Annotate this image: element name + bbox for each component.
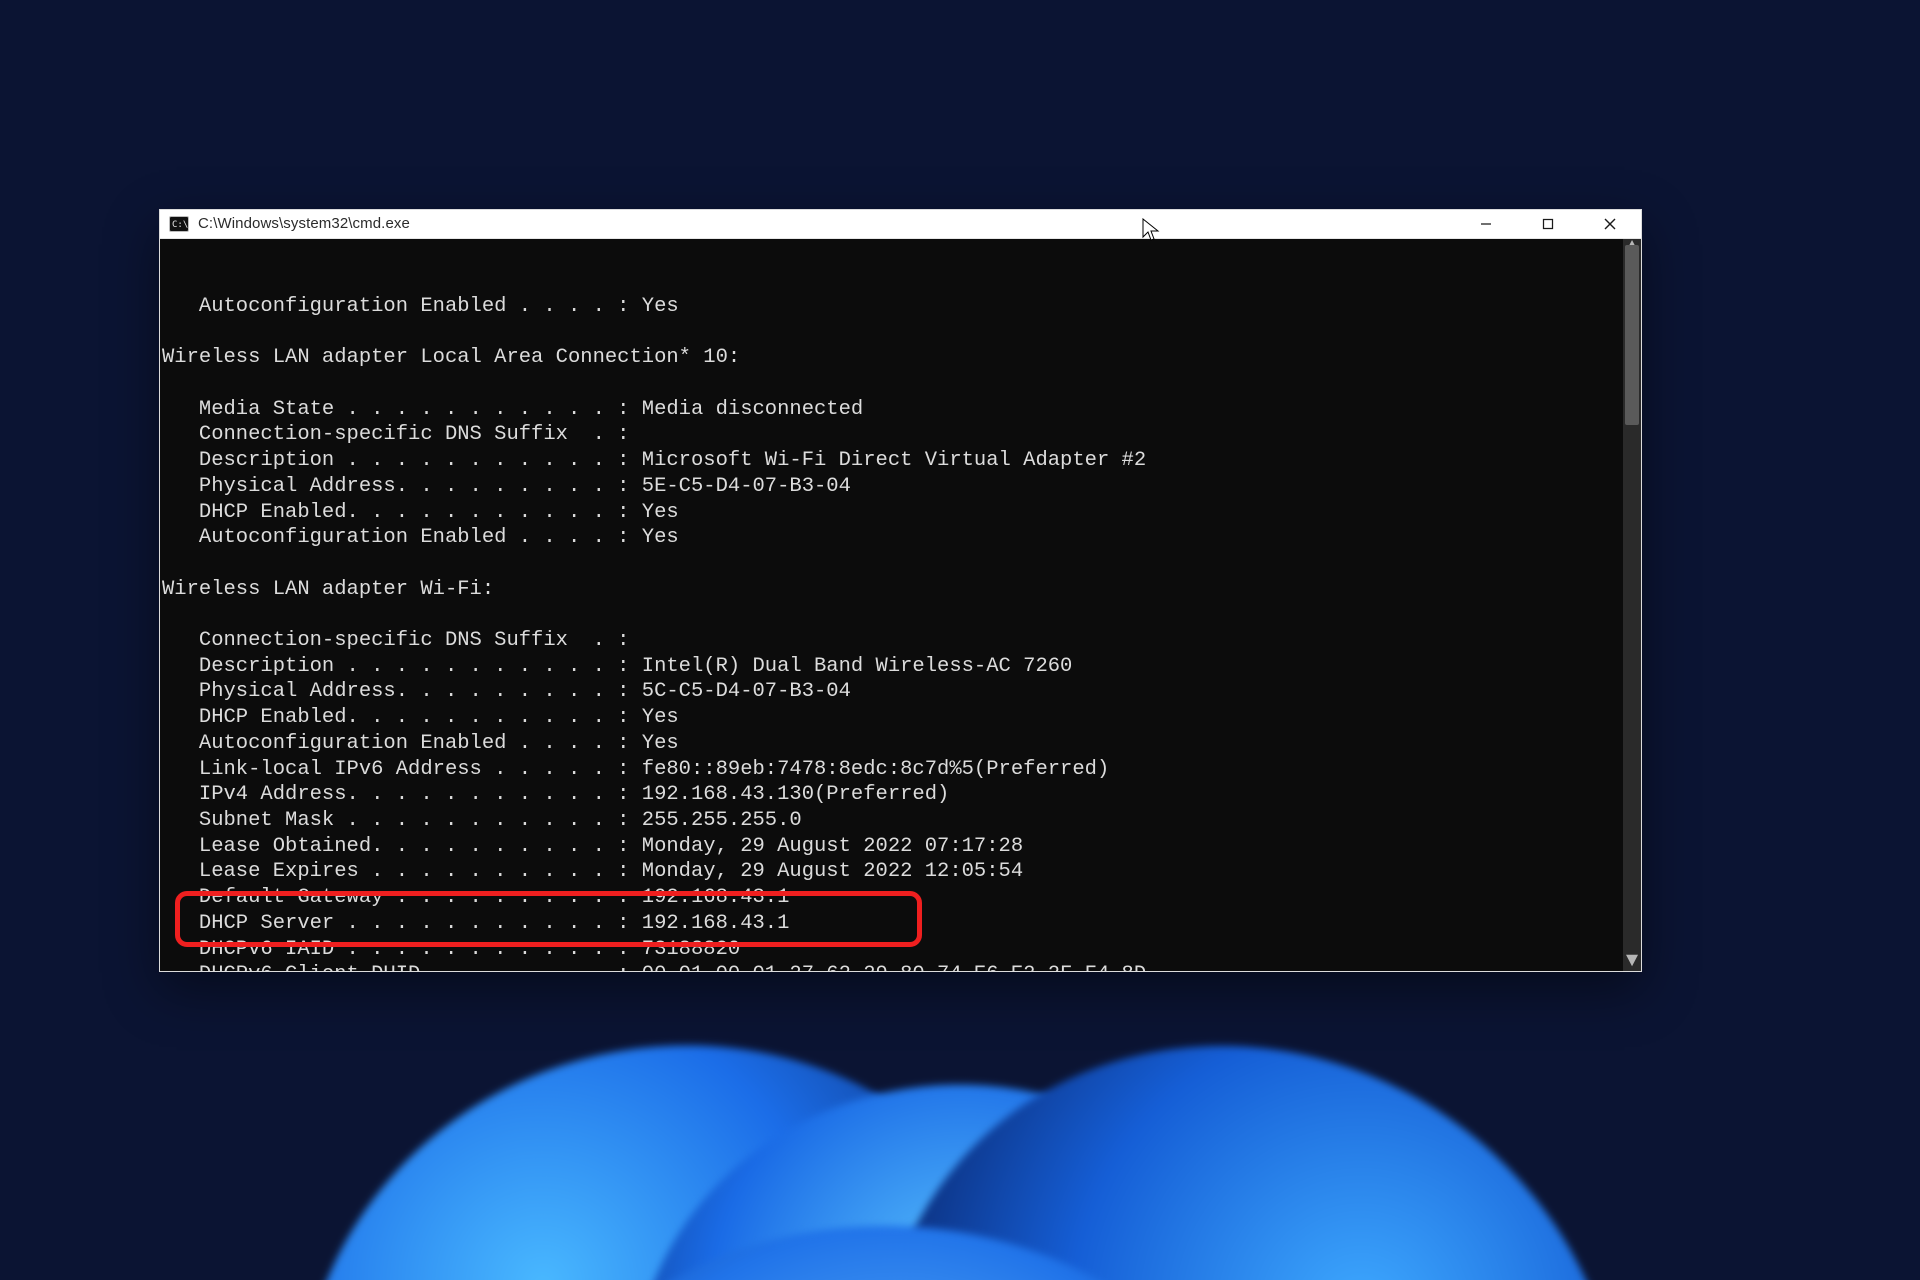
console-output[interactable]: Autoconfiguration Enabled . . . . : Yes … — [160, 239, 1641, 971]
console-line: DHCPv6 IAID . . . . . . . . . . . : 7318… — [162, 937, 1641, 963]
console-line: Autoconfiguration Enabled . . . . : Yes — [162, 525, 1641, 551]
console-line: IPv4 Address. . . . . . . . . . . : 192.… — [162, 782, 1641, 808]
console-line: DHCP Server . . . . . . . . . . . : 192.… — [162, 911, 1641, 937]
console-line: Autoconfiguration Enabled . . . . : Yes — [162, 294, 1641, 320]
console-line: Media State . . . . . . . . . . . : Medi… — [162, 397, 1641, 423]
console-line: Connection-specific DNS Suffix . : — [162, 628, 1641, 654]
console-line — [162, 371, 1641, 397]
console-line: Autoconfiguration Enabled . . . . : Yes — [162, 731, 1641, 757]
close-button[interactable] — [1579, 210, 1641, 238]
console-line — [162, 551, 1641, 577]
console-line: Description . . . . . . . . . . . : Micr… — [162, 448, 1641, 474]
console-line: DHCPv6 Client DUID. . . . . . . . : 00-0… — [162, 962, 1641, 971]
svg-text:C:\_: C:\_ — [172, 220, 189, 230]
window-title: C:\Windows\system32\cmd.exe — [198, 215, 410, 232]
console-line: Description . . . . . . . . . . . : Inte… — [162, 654, 1641, 680]
console-line: Default Gateway . . . . . . . . . : 192.… — [162, 885, 1641, 911]
console-line — [162, 320, 1641, 346]
scroll-down-icon[interactable]: ▼ — [1623, 953, 1641, 971]
console-line: Link-local IPv6 Address . . . . . : fe80… — [162, 757, 1641, 783]
scrollbar-thumb[interactable] — [1625, 245, 1639, 425]
window-controls — [1455, 210, 1641, 238]
console-line: Physical Address. . . . . . . . . : 5E-C… — [162, 474, 1641, 500]
vertical-scrollbar[interactable]: ▲ ▼ — [1623, 239, 1641, 971]
cmd-window[interactable]: C:\_ C:\Windows\system32\cmd.exe Autocon… — [159, 209, 1642, 972]
console-line: DHCP Enabled. . . . . . . . . . . : Yes — [162, 705, 1641, 731]
console-line — [162, 602, 1641, 628]
maximize-button[interactable] — [1517, 210, 1579, 238]
console-line: Lease Obtained. . . . . . . . . . : Mond… — [162, 834, 1641, 860]
cmd-icon: C:\_ — [168, 215, 190, 233]
console-line: Wireless LAN adapter Local Area Connecti… — [162, 345, 1641, 371]
console-line: Lease Expires . . . . . . . . . . : Mond… — [162, 859, 1641, 885]
console-line: Connection-specific DNS Suffix . : — [162, 422, 1641, 448]
console-line: Wireless LAN adapter Wi-Fi: — [162, 577, 1641, 603]
console-line: Subnet Mask . . . . . . . . . . . : 255.… — [162, 808, 1641, 834]
titlebar[interactable]: C:\_ C:\Windows\system32\cmd.exe — [160, 210, 1641, 239]
console-line: Physical Address. . . . . . . . . : 5C-C… — [162, 679, 1641, 705]
console-line: DHCP Enabled. . . . . . . . . . . : Yes — [162, 500, 1641, 526]
minimize-button[interactable] — [1455, 210, 1517, 238]
